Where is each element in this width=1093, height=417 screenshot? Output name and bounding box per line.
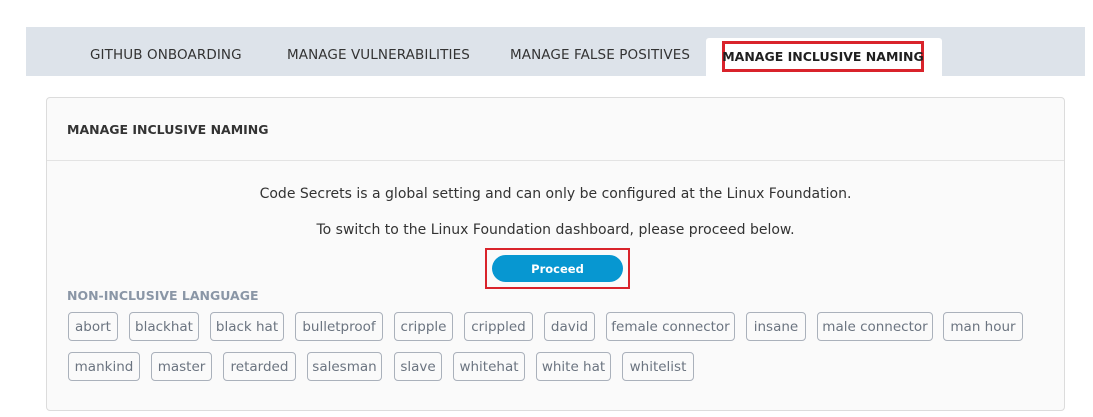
- term-chip: man hour: [943, 312, 1023, 341]
- tab-manage-vulnerabilities[interactable]: MANAGE VULNERABILITIES: [287, 47, 470, 63]
- panel-title: MANAGE INCLUSIVE NAMING: [67, 122, 269, 137]
- term-chip: whitelist: [622, 352, 694, 381]
- tab-manage-false-positives[interactable]: MANAGE FALSE POSITIVES: [510, 47, 690, 63]
- tab-manage-inclusive-naming[interactable]: MANAGE INCLUSIVE NAMING: [706, 38, 942, 76]
- proceed-button[interactable]: Proceed: [492, 255, 623, 282]
- non-inclusive-language-title: NON-INCLUSIVE LANGUAGE: [67, 288, 259, 303]
- inclusive-naming-panel: MANAGE INCLUSIVE NAMING Code Secrets is …: [46, 97, 1065, 411]
- tab-github-onboarding[interactable]: GITHUB ONBOARDING: [90, 47, 242, 63]
- term-chip: male connector: [817, 312, 933, 341]
- term-chip: salesman: [307, 352, 382, 381]
- term-chip: retarded: [223, 352, 296, 381]
- switch-dashboard-message: To switch to the Linux Foundation dashbo…: [316, 222, 795, 238]
- term-chip: female connector: [606, 312, 735, 341]
- term-chip: white hat: [536, 352, 611, 381]
- term-chip: david: [544, 312, 595, 341]
- term-chip: black hat: [210, 312, 284, 341]
- term-chip: whitehat: [453, 352, 525, 381]
- term-chip: abort: [68, 312, 118, 341]
- panel-header: MANAGE INCLUSIVE NAMING: [47, 98, 1064, 161]
- highlight-box: MANAGE INCLUSIVE NAMING: [722, 41, 924, 72]
- term-chip: insane: [746, 312, 806, 341]
- tab-bar: GITHUB ONBOARDING MANAGE VULNERABILITIES…: [26, 27, 1085, 76]
- term-chip: cripple: [394, 312, 453, 341]
- term-chip: crippled: [464, 312, 533, 341]
- term-chip: blackhat: [129, 312, 199, 341]
- term-chip: bulletproof: [295, 312, 383, 341]
- tab-label: MANAGE INCLUSIVE NAMING: [722, 49, 924, 64]
- term-chip: slave: [394, 352, 442, 381]
- term-chip: mankind: [68, 352, 140, 381]
- term-chip: master: [151, 352, 212, 381]
- global-setting-message: Code Secrets is a global setting and can…: [259, 186, 852, 202]
- highlight-box: Proceed: [485, 248, 630, 289]
